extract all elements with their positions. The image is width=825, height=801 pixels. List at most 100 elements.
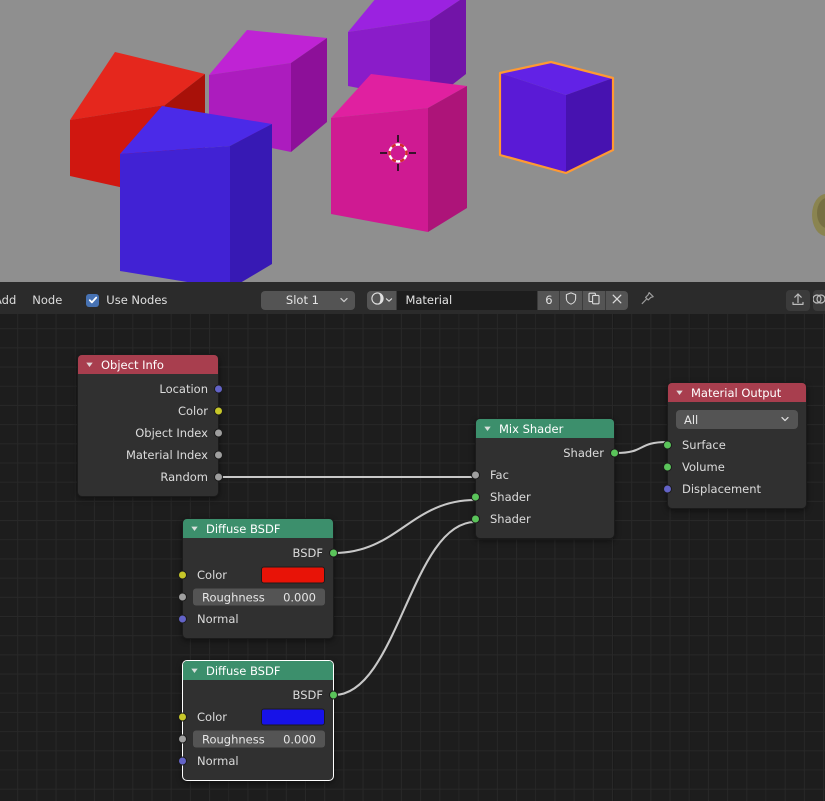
node-socket[interactable] [214, 384, 223, 394]
node-body-material-output: All Surface Volume Displacement [663, 402, 806, 508]
arrow-up-icon [791, 292, 805, 309]
color-swatch[interactable] [261, 708, 325, 726]
material-name-field[interactable]: Material [397, 290, 538, 310]
node-title: Diffuse BSDF [206, 521, 281, 536]
node-socket[interactable] [663, 484, 672, 494]
use-nodes-toggle[interactable]: Use Nodes [86, 290, 167, 310]
output-target-label: All [684, 412, 699, 427]
node-output-row: BSDF [183, 542, 338, 564]
node-title: Diffuse BSDF [206, 663, 281, 678]
blender-window: Add Node Use Nodes Slot 1 [0, 0, 825, 801]
color-swatch[interactable] [261, 566, 325, 584]
node-diffuse-bsdf-blue[interactable]: Diffuse BSDF BSDF Color Roughness 0.000 Norma… [178, 660, 338, 781]
node-socket[interactable] [663, 462, 672, 472]
node-header-mix-shader[interactable]: Mix Shader [476, 419, 614, 438]
material-users-count[interactable]: 6 [537, 290, 560, 310]
x-icon [611, 293, 623, 308]
node-input-row: Displacement [663, 478, 806, 500]
value-slider-roughness[interactable]: Roughness 0.000 [193, 588, 325, 606]
node-socket[interactable] [214, 406, 223, 416]
viewport-3d[interactable] [0, 0, 825, 286]
node-body-mix-shader: Shader Fac Shader Shader [471, 438, 619, 538]
node-object-info[interactable]: Object Info Location Color Object Index Mate… [77, 354, 223, 497]
slot-dropdown[interactable]: Slot 1 [261, 290, 356, 310]
node-diffuse-bsdf-red[interactable]: Diffuse BSDF BSDF Color Roughness 0.000 Norma… [178, 518, 338, 639]
node-input-row: Surface [663, 434, 806, 456]
socket-label: Shader [563, 446, 604, 460]
material-browse-button[interactable] [367, 290, 398, 310]
material-id-block: Material 6 [367, 290, 629, 310]
node-socket[interactable] [214, 472, 223, 482]
cube-blue[interactable] [120, 106, 272, 286]
node-socket[interactable] [178, 614, 187, 624]
menu-node[interactable]: Node [24, 290, 70, 310]
collapse-triangle-icon[interactable] [190, 666, 199, 675]
node-editor-header: Add Node Use Nodes Slot 1 [0, 286, 825, 314]
node-body-diffuse-bsdf-blue: BSDF Color Roughness 0.000 Normal [178, 680, 338, 780]
chevron-down-icon [385, 293, 393, 307]
node-title: Object Info [101, 357, 164, 372]
socket-label: Shader [490, 490, 531, 504]
node-mix-shader[interactable]: Mix Shader Shader Fac Shader Shader [471, 418, 619, 539]
socket-label: Material Index [125, 448, 208, 462]
socket-label: Surface [682, 438, 726, 452]
node-input-row: Normal [178, 608, 333, 630]
new-material-button[interactable] [582, 290, 606, 310]
material-sphere-icon [371, 292, 384, 308]
node-material-output[interactable]: Material Output All Surface Volume Displacem… [663, 382, 807, 509]
value-slider-label: Roughness [202, 590, 265, 604]
move-to-parent-button[interactable] [786, 289, 810, 311]
shield-icon [565, 292, 577, 308]
node-header-material-output[interactable]: Material Output [668, 383, 806, 402]
node-socket[interactable] [214, 450, 223, 460]
node-socket[interactable] [471, 514, 480, 524]
node-socket[interactable] [329, 548, 338, 558]
node-header-diffuse-bsdf-blue[interactable]: Diffuse BSDF [183, 661, 333, 680]
socket-label: Location [159, 382, 208, 396]
node-socket[interactable] [471, 492, 480, 502]
cube-selected[interactable] [498, 55, 620, 175]
node-socket[interactable] [178, 592, 187, 602]
value-slider-roughness[interactable]: Roughness 0.000 [193, 730, 325, 748]
overlay-icon [813, 292, 825, 309]
chevron-down-icon [339, 295, 349, 305]
node-body-diffuse-bsdf-red: BSDF Color Roughness 0.000 Normal [178, 538, 338, 638]
socket-label: Color [197, 568, 228, 582]
node-input-row: Shader [471, 486, 614, 508]
node-socket[interactable] [663, 440, 672, 450]
node-output-row: Random [78, 466, 223, 488]
node-header-object-info[interactable]: Object Info [78, 355, 218, 374]
unlink-material-button[interactable] [605, 290, 629, 310]
cube-pink[interactable] [331, 74, 467, 232]
output-target-dropdown[interactable]: All [676, 410, 798, 429]
node-socket[interactable] [178, 734, 187, 744]
use-nodes-label: Use Nodes [106, 293, 168, 307]
node-socket[interactable] [214, 428, 223, 438]
node-socket[interactable] [329, 690, 338, 700]
node-socket[interactable] [471, 470, 480, 480]
node-socket[interactable] [610, 448, 619, 458]
node-socket[interactable] [178, 712, 187, 722]
menu-add[interactable]: Add [0, 290, 24, 310]
collapse-triangle-icon[interactable] [675, 388, 684, 397]
node-output-row: Color [78, 400, 223, 422]
socket-label: Color [197, 710, 228, 724]
pin-button[interactable] [636, 291, 658, 310]
node-output-row: Shader [476, 442, 619, 464]
copy-icon [588, 292, 601, 308]
socket-label: Shader [490, 512, 531, 526]
node-output-row: Location [78, 378, 223, 400]
node-output-row: Material Index [78, 444, 223, 466]
fake-user-button[interactable] [559, 290, 583, 310]
collapse-triangle-icon[interactable] [483, 424, 492, 433]
shader-node-editor[interactable]: Object Info Location Color Object Index Mate… [0, 314, 825, 801]
socket-label: Color [177, 404, 208, 418]
use-nodes-checkbox[interactable] [86, 293, 100, 307]
collapse-triangle-icon[interactable] [190, 524, 199, 533]
overlay-button[interactable] [813, 289, 825, 311]
node-header-diffuse-bsdf-red[interactable]: Diffuse BSDF [183, 519, 333, 538]
node-socket[interactable] [178, 756, 187, 766]
socket-label: Normal [197, 754, 239, 768]
collapse-triangle-icon[interactable] [85, 360, 94, 369]
node-socket[interactable] [178, 570, 187, 580]
